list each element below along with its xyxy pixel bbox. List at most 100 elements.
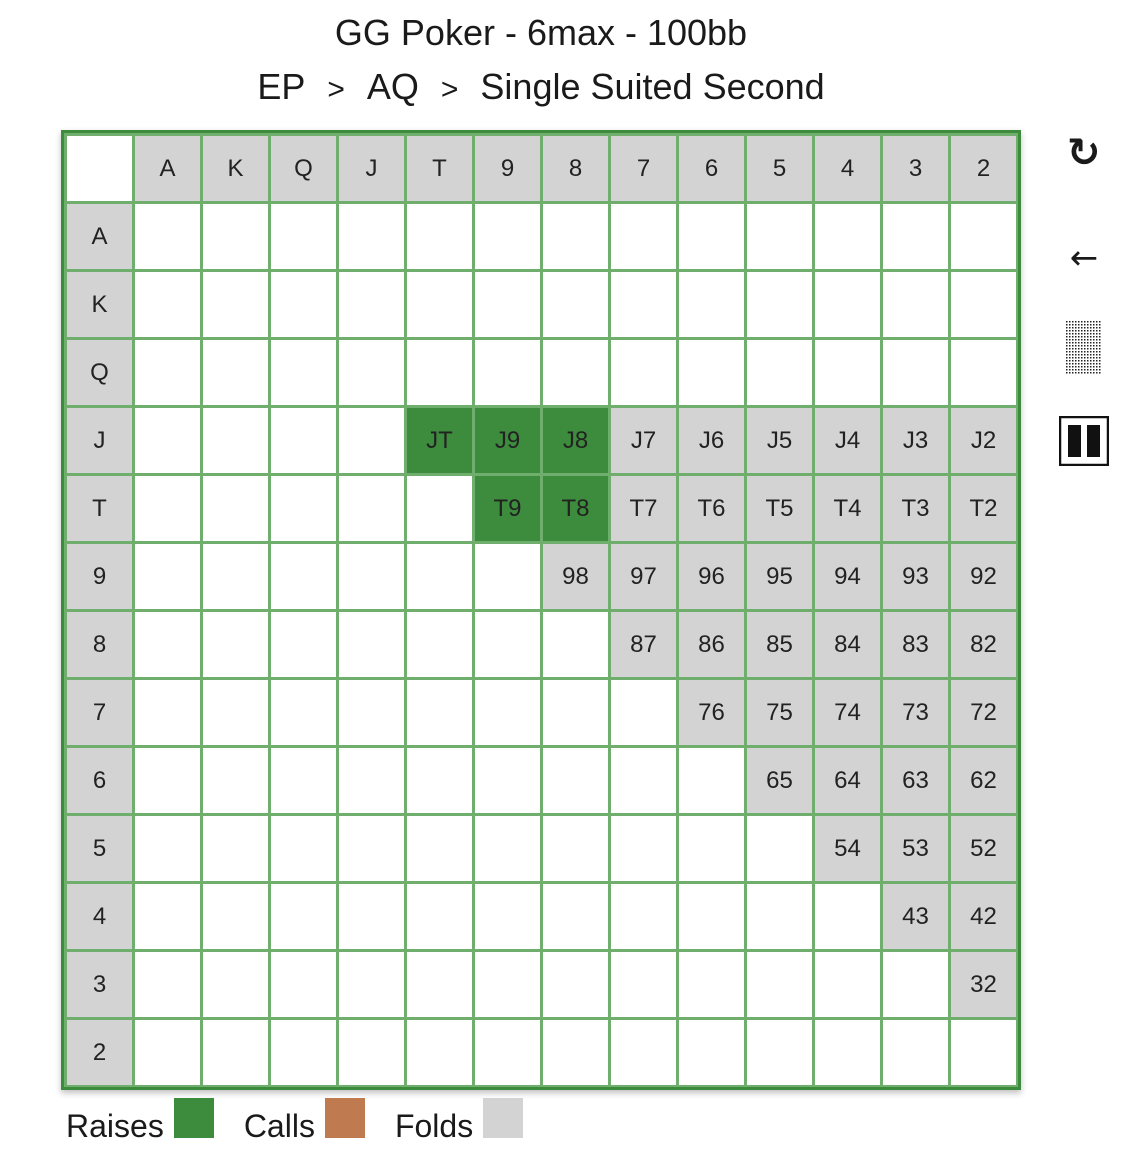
hand-cell[interactable]: T9 (475, 476, 540, 541)
hand-cell[interactable] (135, 884, 200, 949)
hand-cell[interactable]: 52 (951, 816, 1016, 881)
hand-cell[interactable] (271, 884, 336, 949)
hand-cell[interactable] (203, 680, 268, 745)
hand-cell[interactable] (883, 340, 948, 405)
hand-cell[interactable] (611, 816, 676, 881)
hand-cell[interactable]: 72 (951, 680, 1016, 745)
hand-cell[interactable] (203, 204, 268, 269)
hand-cell[interactable] (339, 816, 404, 881)
hand-cell[interactable] (203, 408, 268, 473)
hand-cell[interactable] (339, 748, 404, 813)
hand-cell[interactable] (679, 816, 744, 881)
hand-cell[interactable] (679, 204, 744, 269)
hand-cell[interactable] (407, 204, 472, 269)
hand-cell[interactable] (543, 1020, 608, 1085)
hand-cell[interactable]: 95 (747, 544, 812, 609)
hand-cell[interactable] (135, 1020, 200, 1085)
hand-cell[interactable]: 82 (951, 612, 1016, 677)
hand-cell[interactable] (951, 272, 1016, 337)
hand-cell[interactable] (475, 544, 540, 609)
pause-button[interactable] (1058, 414, 1110, 468)
hand-cell[interactable] (543, 680, 608, 745)
hand-cell[interactable]: J5 (747, 408, 812, 473)
hand-cell[interactable]: J7 (611, 408, 676, 473)
hand-cell[interactable] (747, 884, 812, 949)
hand-cell[interactable] (135, 544, 200, 609)
hand-cell[interactable] (747, 952, 812, 1017)
hand-cell[interactable] (339, 204, 404, 269)
hand-cell[interactable]: 83 (883, 612, 948, 677)
hand-cell[interactable] (815, 272, 880, 337)
hand-cell[interactable] (611, 340, 676, 405)
hand-cell[interactable] (543, 272, 608, 337)
hand-cell[interactable]: T7 (611, 476, 676, 541)
hand-cell[interactable]: 32 (951, 952, 1016, 1017)
hand-cell[interactable] (407, 680, 472, 745)
hand-cell[interactable] (883, 952, 948, 1017)
hand-cell[interactable]: J6 (679, 408, 744, 473)
hand-cell[interactable] (339, 1020, 404, 1085)
hand-cell[interactable] (679, 1020, 744, 1085)
hand-cell[interactable]: 62 (951, 748, 1016, 813)
hand-cell[interactable] (203, 544, 268, 609)
hand-cell[interactable] (203, 748, 268, 813)
hand-cell[interactable] (475, 884, 540, 949)
hand-cell[interactable]: 43 (883, 884, 948, 949)
hand-cell[interactable]: 96 (679, 544, 744, 609)
hand-cell[interactable] (815, 884, 880, 949)
hand-cell[interactable] (747, 340, 812, 405)
hand-cell[interactable] (883, 1020, 948, 1085)
hand-cell[interactable]: 86 (679, 612, 744, 677)
hand-cell[interactable] (611, 204, 676, 269)
hand-cell[interactable] (339, 476, 404, 541)
hand-cell[interactable] (407, 476, 472, 541)
hand-cell[interactable] (271, 612, 336, 677)
hand-cell[interactable] (475, 340, 540, 405)
breadcrumb-board[interactable]: Single Suited Second (480, 66, 824, 107)
hand-cell[interactable]: 87 (611, 612, 676, 677)
hand-cell[interactable] (475, 680, 540, 745)
hand-cell[interactable]: 76 (679, 680, 744, 745)
hand-cell[interactable] (271, 952, 336, 1017)
hand-cell[interactable]: 97 (611, 544, 676, 609)
hand-cell[interactable]: 85 (747, 612, 812, 677)
hand-cell[interactable]: 53 (883, 816, 948, 881)
hand-cell[interactable] (135, 680, 200, 745)
hand-cell[interactable]: T3 (883, 476, 948, 541)
hand-cell[interactable] (543, 204, 608, 269)
hand-cell[interactable] (407, 952, 472, 1017)
hand-cell[interactable]: 98 (543, 544, 608, 609)
hand-cell[interactable]: 73 (883, 680, 948, 745)
hand-cell[interactable] (203, 884, 268, 949)
hand-cell[interactable] (407, 544, 472, 609)
hand-cell[interactable]: 63 (883, 748, 948, 813)
hand-cell[interactable] (271, 748, 336, 813)
hand-cell[interactable] (951, 340, 1016, 405)
hand-cell[interactable]: T6 (679, 476, 744, 541)
hand-cell[interactable] (543, 340, 608, 405)
hand-cell[interactable] (747, 1020, 812, 1085)
hand-cell[interactable]: J8 (543, 408, 608, 473)
hand-cell[interactable] (203, 476, 268, 541)
hand-cell[interactable]: T4 (815, 476, 880, 541)
hand-cell[interactable] (679, 340, 744, 405)
hand-cell[interactable] (135, 748, 200, 813)
hand-cell[interactable]: 65 (747, 748, 812, 813)
breadcrumb-position[interactable]: EP (257, 66, 305, 107)
hand-cell[interactable] (543, 612, 608, 677)
hand-cell[interactable] (339, 680, 404, 745)
hand-cell[interactable] (339, 408, 404, 473)
hand-cell[interactable]: 94 (815, 544, 880, 609)
hand-cell[interactable] (203, 952, 268, 1017)
hand-cell[interactable] (271, 1020, 336, 1085)
hand-cell[interactable]: 64 (815, 748, 880, 813)
hand-cell[interactable] (951, 204, 1016, 269)
hand-cell[interactable] (203, 272, 268, 337)
back-button[interactable]: ← (1058, 236, 1110, 280)
hand-cell[interactable] (815, 204, 880, 269)
hand-cell[interactable]: JT (407, 408, 472, 473)
hand-cell[interactable] (543, 748, 608, 813)
hand-cell[interactable] (271, 340, 336, 405)
hand-cell[interactable] (339, 952, 404, 1017)
hand-cell[interactable]: 93 (883, 544, 948, 609)
